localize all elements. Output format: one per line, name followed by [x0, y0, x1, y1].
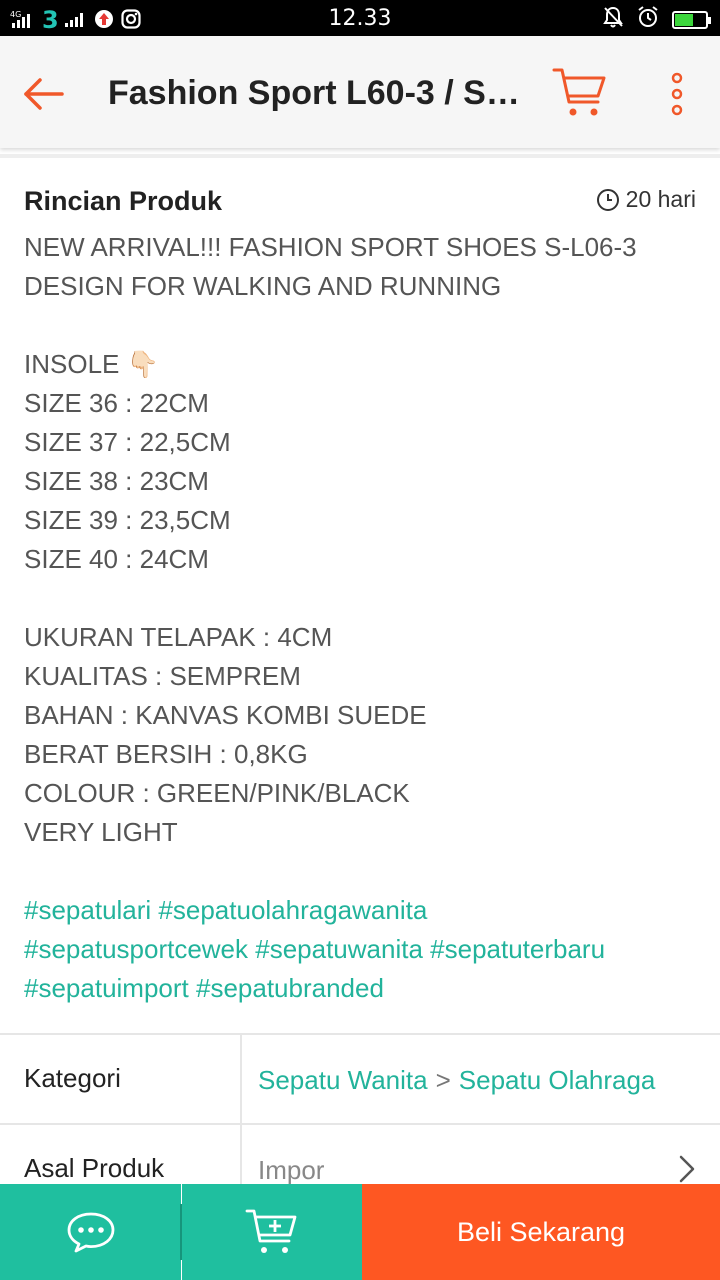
description-line: INSOLE 👇🏻: [24, 349, 159, 379]
description-line: UKURAN TELAPAK : 4CM: [24, 622, 333, 652]
bottom-action-bar: Beli Sekarang: [0, 1184, 720, 1280]
clock-icon: [596, 188, 619, 211]
product-description: NEW ARRIVAL!!! FASHION SPORT SHOES S-L06…: [24, 228, 700, 852]
section-separator: [0, 154, 720, 158]
chat-button[interactable]: [0, 1184, 181, 1280]
origin-label: Asal Produk: [24, 1153, 165, 1183]
hashtags: #sepatulari #sepatuolahragawanita #sepat…: [24, 891, 700, 1008]
category-row: Kategori Sepatu Wanita > Sepatu Olahraga: [0, 1035, 720, 1125]
back-button[interactable]: [22, 72, 66, 116]
app-bar: Fashion Sport L60-3 / Sepatu Olahraga: [0, 36, 720, 148]
column-divider: [240, 1035, 242, 1123]
description-line: BAHAN : KANVAS KOMBI SUEDE: [24, 700, 427, 730]
cart-icon: [552, 68, 606, 116]
description-line: COLOUR : GREEN/PINK/BLACK: [24, 778, 410, 808]
description-line: NEW ARRIVAL!!! FASHION SPORT SHOES S-L06…: [24, 232, 637, 262]
status-bar: 4G 3 12.33: [0, 0, 720, 36]
description-line: [24, 579, 700, 618]
origin-value: Impor: [258, 1155, 325, 1185]
add-cart-icon: [245, 1209, 297, 1253]
description-line: SIZE 38 : 23CM: [24, 466, 209, 496]
description-line: [24, 306, 700, 345]
more-options-button[interactable]: [664, 70, 690, 118]
description-line: BERAT BERSIH : 0,8KG: [24, 739, 308, 769]
page-title: Fashion Sport L60-3 / Sepatu Olahraga: [108, 74, 538, 112]
buy-now-button[interactable]: Beli Sekarang: [362, 1184, 720, 1280]
details-header: Rincian Produk 20 hari: [24, 186, 700, 222]
description-line: SIZE 37 : 22,5CM: [24, 427, 231, 457]
description-line: VERY LIGHT: [24, 817, 178, 847]
category-label: Kategori: [24, 1063, 121, 1093]
more-vert-icon: [671, 72, 683, 116]
breadcrumb-separator: >: [435, 1065, 451, 1095]
description-line: SIZE 40 : 24CM: [24, 544, 209, 574]
description-line: SIZE 39 : 23,5CM: [24, 505, 231, 535]
description-line: KUALITAS : SEMPREM: [24, 661, 301, 691]
duration-badge: 20 hari: [596, 186, 696, 213]
duration-text: 20 hari: [625, 186, 696, 212]
alarm-icon: [636, 5, 660, 34]
chevron-right-icon: [679, 1155, 695, 1183]
hashtag-line[interactable]: #sepatusportcewek #sepatuwanita #sepatut…: [24, 930, 700, 969]
silent-bell-icon: [602, 5, 624, 34]
product-details: Rincian Produk 20 hari NEW ARRIVAL!!! FA…: [24, 186, 700, 1008]
section-title: Rincian Produk: [24, 186, 223, 216]
chat-icon: [67, 1212, 114, 1253]
back-arrow-icon: [24, 78, 64, 110]
battery-level: [675, 13, 693, 26]
status-right: [602, 5, 711, 34]
cart-button[interactable]: [552, 66, 608, 120]
category-link-1[interactable]: Sepatu Wanita: [258, 1065, 428, 1095]
category-path: Sepatu Wanita > Sepatu Olahraga: [258, 1065, 655, 1096]
add-to-cart-button[interactable]: [182, 1184, 362, 1280]
hashtag-line[interactable]: #sepatulari #sepatuolahragawanita: [24, 891, 700, 930]
hashtag-line[interactable]: #sepatuimport #sepatubranded: [24, 969, 700, 1008]
description-line: DESIGN FOR WALKING AND RUNNING: [24, 271, 502, 301]
battery-icon: [672, 10, 711, 29]
description-line: SIZE 36 : 22CM: [24, 388, 209, 418]
category-link-2[interactable]: Sepatu Olahraga: [459, 1065, 656, 1095]
